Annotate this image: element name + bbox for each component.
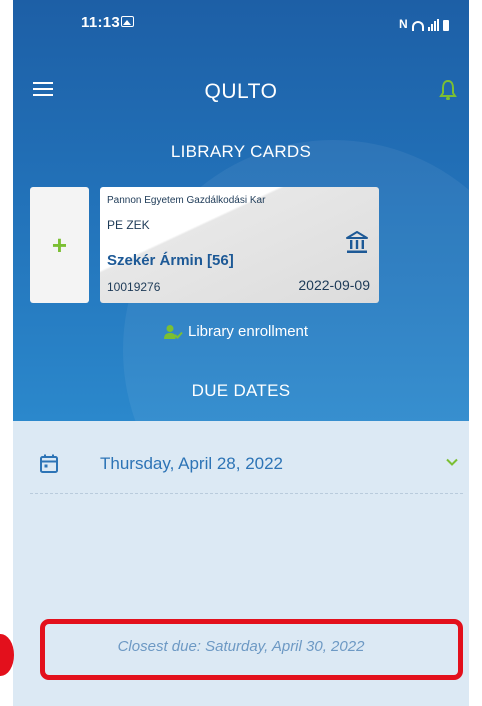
- nfc-icon: N: [399, 17, 408, 31]
- header-area: 11:13 N QULTO LIBRARY CARDS + Pannon Egy…: [13, 0, 469, 421]
- signal-icon: [427, 19, 439, 31]
- bank-building-icon: [346, 231, 368, 253]
- status-time: 11:13: [81, 14, 121, 31]
- library-enrollment-link[interactable]: Library enrollment: [163, 323, 308, 340]
- due-date-label: Thursday, April 28, 2022: [100, 454, 284, 473]
- calendar-icon: [40, 454, 58, 473]
- due-date-row[interactable]: Thursday, April 28, 2022: [13, 440, 469, 492]
- chevron-down-icon[interactable]: [446, 458, 458, 466]
- app-screen: 11:13 N QULTO LIBRARY CARDS + Pannon Egy…: [13, 0, 469, 706]
- app-bar: QULTO: [13, 70, 469, 114]
- status-bar: 11:13 N: [13, 0, 469, 44]
- library-card[interactable]: Pannon Egyetem Gazdálkodási Kar PE ZEK S…: [100, 187, 379, 303]
- card-institution: Pannon Egyetem Gazdálkodási Kar: [107, 195, 266, 206]
- highlight-box: [40, 619, 463, 680]
- highlight-marker: [0, 634, 14, 676]
- library-enrollment-label: Library enrollment: [188, 323, 309, 340]
- bell-icon[interactable]: [439, 78, 457, 102]
- library-cards-title: LIBRARY CARDS: [170, 142, 312, 161]
- due-dates-title: DUE DATES: [191, 381, 291, 400]
- divider: [30, 493, 463, 494]
- add-card-button[interactable]: +: [30, 187, 89, 303]
- card-expiry-date: 2022-09-09: [298, 277, 370, 293]
- card-code: PE ZEK: [107, 218, 150, 232]
- battery-icon: [442, 20, 449, 31]
- card-number: 10019276: [107, 280, 161, 294]
- status-icons: N: [399, 13, 449, 31]
- wifi-icon: [411, 21, 424, 31]
- card-holder-name: Szekér Ármin [56]: [107, 252, 234, 269]
- user-check-icon: [164, 324, 183, 339]
- app-title: QULTO: [204, 80, 278, 103]
- image-icon: [121, 16, 134, 27]
